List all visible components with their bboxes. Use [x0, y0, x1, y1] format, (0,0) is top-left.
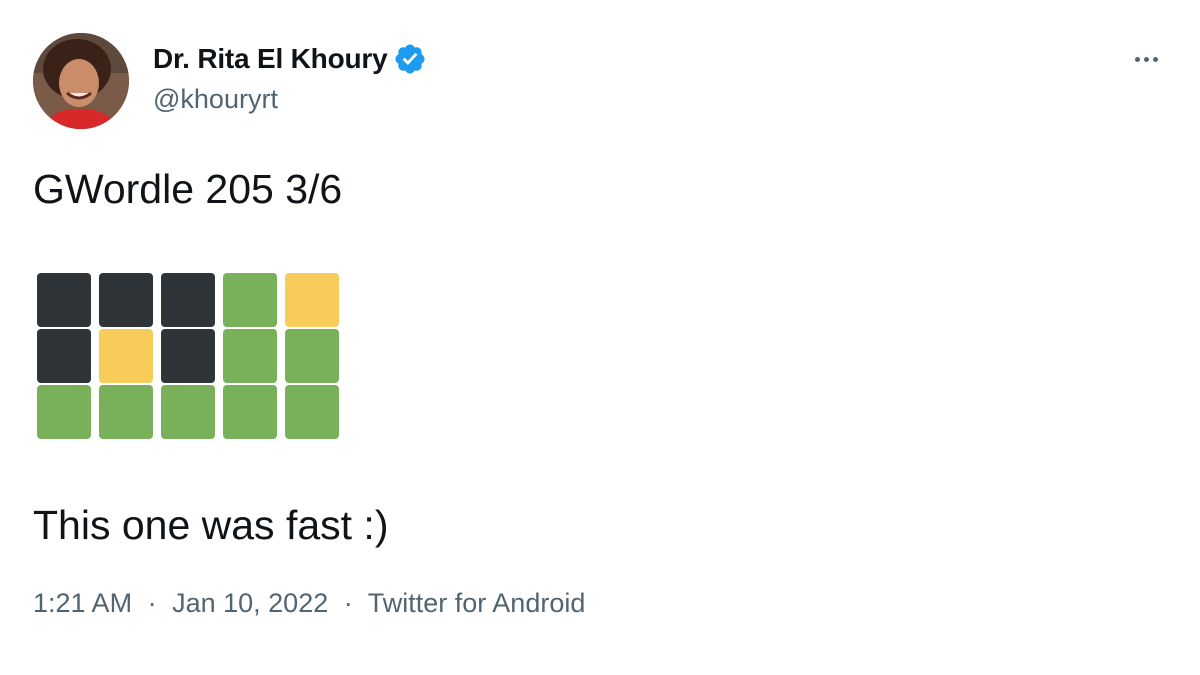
wordle-tile-absent — [99, 273, 153, 327]
verified-badge-icon — [395, 44, 425, 74]
avatar[interactable] — [33, 33, 129, 129]
tweet-text-line-1: GWordle 205 3/6 — [33, 166, 343, 212]
tweet-meta: 1:21 AM · Jan 10, 2022 · Twitter for And… — [33, 588, 585, 619]
wordle-tile-absent — [161, 329, 215, 383]
meta-separator: · — [343, 588, 353, 618]
tweet-date[interactable]: Jan 10, 2022 — [172, 588, 328, 618]
wordle-tile-correct — [37, 385, 91, 439]
wordle-tile-correct — [223, 273, 277, 327]
wordle-tile-present — [285, 273, 339, 327]
wordle-tile-correct — [99, 385, 153, 439]
wordle-tile-absent — [37, 329, 91, 383]
wordle-tile-present — [99, 329, 153, 383]
wordle-tile-absent — [37, 273, 91, 327]
wordle-tile-correct — [285, 329, 339, 383]
more-dot — [1143, 56, 1149, 62]
wordle-row — [37, 273, 339, 329]
more-options-icon[interactable] — [1124, 44, 1168, 74]
more-dot — [1134, 56, 1140, 62]
more-dot — [1152, 56, 1158, 62]
tweet-card: Dr. Rita El Khoury @khouryrt GWordle 205… — [0, 0, 1200, 675]
tweet-source[interactable]: Twitter for Android — [368, 588, 586, 618]
author-display-name[interactable]: Dr. Rita El Khoury — [153, 43, 388, 75]
tweet-time[interactable]: 1:21 AM — [33, 588, 132, 618]
wordle-tile-absent — [161, 273, 215, 327]
wordle-tile-correct — [223, 385, 277, 439]
tweet-text-line-2: This one was fast :) — [33, 502, 389, 548]
wordle-tile-correct — [285, 385, 339, 439]
meta-separator: · — [147, 588, 157, 618]
author-name-row: Dr. Rita El Khoury — [153, 42, 427, 76]
avatar-image — [33, 33, 129, 129]
wordle-row — [37, 329, 339, 385]
wordle-grid — [37, 273, 339, 441]
wordle-tile-correct — [161, 385, 215, 439]
author-handle[interactable]: @khouryrt — [153, 84, 278, 115]
wordle-tile-correct — [223, 329, 277, 383]
wordle-row — [37, 385, 339, 441]
